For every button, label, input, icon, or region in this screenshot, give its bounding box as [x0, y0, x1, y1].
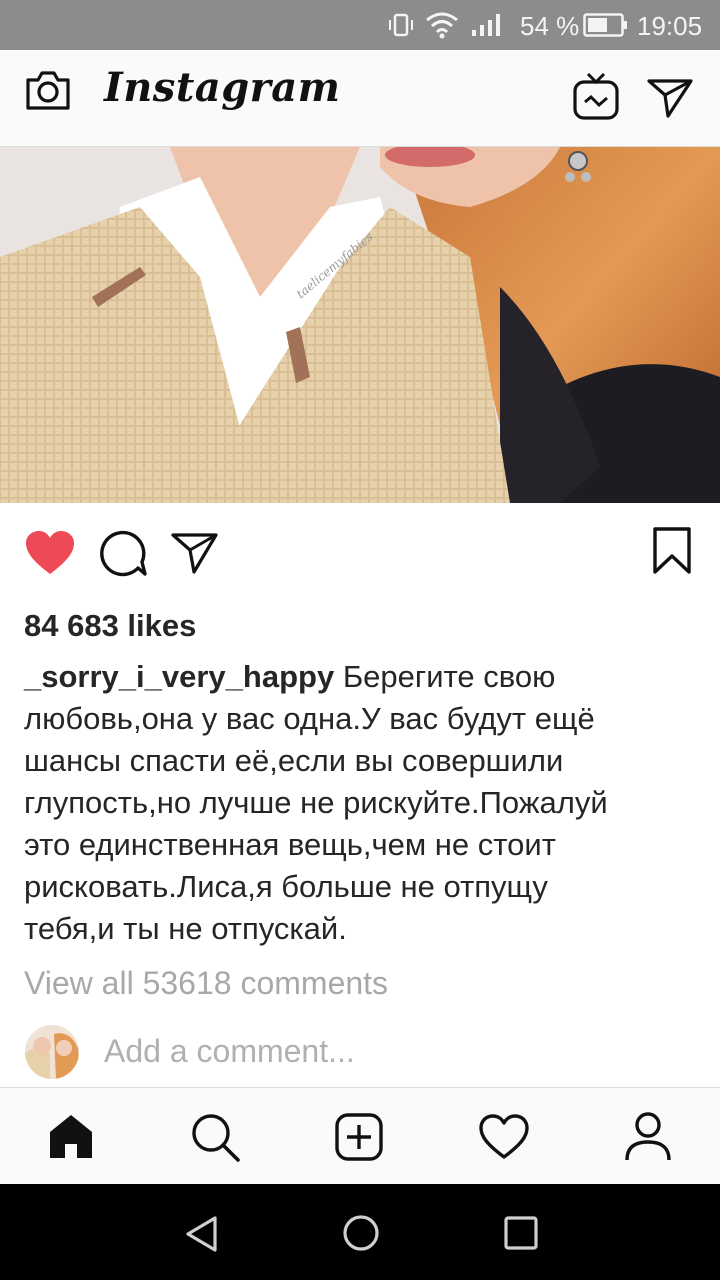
battery-percent: 54 % [520, 11, 580, 41]
direct-icon[interactable] [646, 76, 694, 120]
vibrate-icon [389, 13, 413, 37]
app-header: Instagram [0, 50, 720, 147]
back-icon[interactable] [182, 1214, 222, 1254]
android-nav-bar [0, 1184, 720, 1280]
caption-line: это единственная вещь,чем не стоит [24, 827, 556, 862]
bookmark-icon[interactable] [652, 526, 692, 576]
share-icon[interactable] [170, 530, 220, 576]
caption-line: любовь,она у вас одна.У вас будут ещё [24, 701, 595, 736]
recents-icon[interactable] [502, 1214, 540, 1252]
avatar [25, 1025, 79, 1079]
signal-icon [472, 14, 500, 36]
status-bar: 54 % 19:05 [0, 0, 720, 50]
home-circle-icon[interactable] [340, 1212, 382, 1254]
bottom-navigation [0, 1087, 720, 1185]
igtv-icon[interactable] [572, 70, 620, 122]
caption-username[interactable]: _sorry_i_very_happy [24, 659, 334, 694]
caption-line: тебя,и ты не отпускай. [24, 911, 347, 946]
caption-line: глупость,но лучше не рискуйте.Пожалуй [24, 785, 608, 820]
home-icon[interactable] [46, 1112, 96, 1160]
comment-icon[interactable] [98, 530, 148, 578]
clock: 19:05 [637, 11, 703, 41]
search-icon[interactable] [190, 1112, 242, 1164]
heart-icon[interactable] [24, 530, 76, 576]
profile-icon[interactable] [624, 1110, 672, 1162]
battery-icon [583, 13, 627, 37]
caption-line: рисковать.Лиса,я больше не отпущу [24, 869, 548, 904]
add-comment-input[interactable]: Add a comment... [104, 1033, 355, 1070]
post-image: taelicemyfabies [0, 147, 720, 503]
view-all-comments-link[interactable]: View all 53618 comments [24, 965, 388, 1002]
activity-heart-icon[interactable] [478, 1114, 530, 1160]
post-caption: _sorry_i_very_happy Берегите свою любовь… [24, 656, 714, 950]
post-photo[interactable]: taelicemyfabies [0, 147, 720, 503]
wifi-icon [426, 12, 458, 39]
add-post-icon[interactable] [334, 1112, 384, 1162]
caption-line: Берегите свою [334, 659, 556, 694]
camera-icon[interactable] [24, 68, 72, 112]
caption-line: шансы спасти её,если вы совершили [24, 743, 564, 778]
instagram-logo: Instagram [104, 64, 341, 111]
likes-count[interactable]: 84 683 likes [24, 608, 196, 644]
